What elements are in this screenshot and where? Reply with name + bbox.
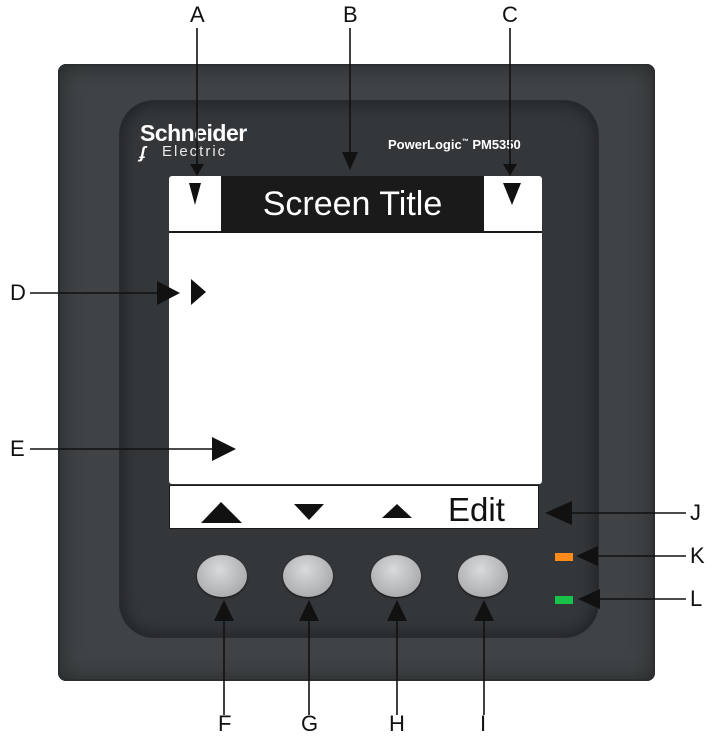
cursor-arrow-icon [191, 279, 206, 305]
callout-h: H [389, 711, 405, 736]
arrowhead-i [474, 600, 494, 621]
arrow-down-icon-a [189, 183, 201, 205]
arrowhead-d [157, 281, 180, 305]
arrowhead-a [190, 164, 204, 176]
callout-g: G [301, 711, 319, 736]
callout-d: D [10, 280, 26, 305]
callout-i: I [480, 711, 487, 736]
arrowhead-g [299, 600, 319, 621]
callout-f: F [218, 711, 232, 736]
softkey-down-icon[interactable] [294, 504, 324, 520]
arrowhead-k [576, 546, 598, 566]
callout-l: L [690, 586, 703, 611]
arrowhead-b [342, 152, 358, 170]
softkey-up-icon[interactable] [382, 504, 412, 518]
arrowhead-e [212, 437, 236, 461]
callout-j: J [690, 500, 701, 525]
callout-a: A [190, 2, 205, 27]
arrowhead-c [503, 164, 517, 176]
callout-e: E [10, 436, 25, 461]
arrow-down-icon-c [503, 183, 521, 205]
softkey-up-large-icon[interactable] [201, 502, 242, 523]
callout-k: K [690, 543, 705, 568]
arrowhead-h [387, 600, 407, 621]
arrowhead-j [545, 501, 572, 525]
callout-b: B [343, 2, 358, 27]
callout-overlay [30, 28, 686, 715]
arrowhead-l [578, 589, 600, 609]
arrowhead-f [214, 600, 234, 621]
callout-c: C [502, 2, 518, 27]
